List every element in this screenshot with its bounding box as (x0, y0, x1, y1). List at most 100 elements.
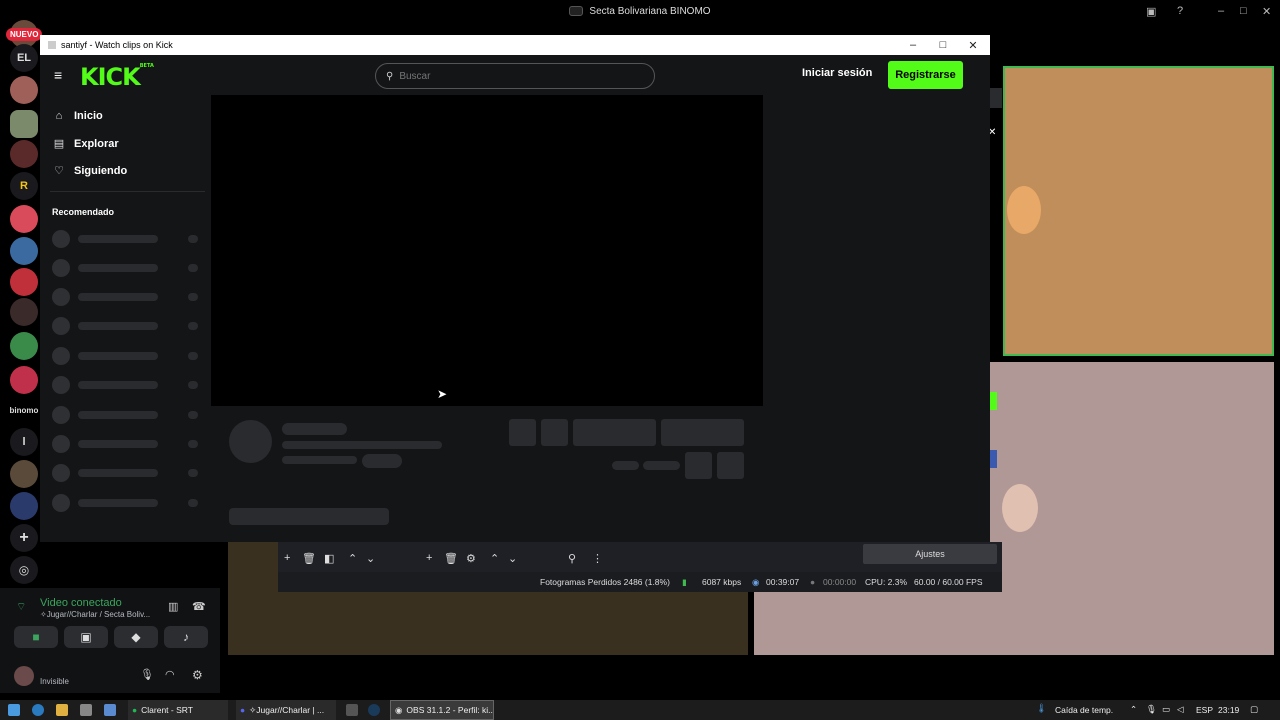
voice-status[interactable]: Video conectado (40, 597, 122, 609)
add-source-icon[interactable]: + (426, 552, 432, 564)
store-icon[interactable] (80, 704, 92, 716)
maximize-icon[interactable]: □ (928, 35, 958, 55)
nav-following[interactable]: ♡ Siguiendo (52, 164, 128, 178)
camera-button[interactable]: ■ (14, 626, 58, 648)
server-el[interactable]: EL (10, 44, 38, 72)
nav-label: Siguiendo (74, 164, 128, 177)
taskbar-obs[interactable]: ◉ OBS 31.1.2 - Perfil: ki... (390, 700, 494, 720)
app-icon[interactable] (346, 704, 358, 716)
divider (50, 191, 205, 192)
discover-icon[interactable]: ◎ (10, 556, 38, 584)
cursor-icon: ➤ (437, 387, 448, 401)
video-player[interactable]: ➤ (211, 95, 763, 406)
help-icon[interactable]: ? (1177, 0, 1183, 22)
activity-button[interactable]: ◆ (114, 626, 158, 648)
list-item-skeleton (52, 230, 202, 248)
search-box[interactable]: ⚲ (375, 63, 655, 89)
avatar[interactable] (14, 666, 34, 686)
tag-skeleton (362, 454, 402, 468)
move-up-icon[interactable]: ⌃ (490, 552, 499, 565)
server-binomo[interactable]: binomo (6, 396, 42, 424)
server-avatar[interactable] (10, 237, 38, 265)
spotify-icon: ● (132, 705, 138, 715)
server-avatar[interactable] (10, 492, 38, 520)
text-skeleton (612, 461, 639, 470)
obs-docks-toolbar: + 🗑 ◧ ⌃ ⌄ + 🗑 ⚙ ⌃ ⌄ ⚲ ⋮ Ajustes Fotogram… (278, 542, 1002, 592)
stream-icon: ◉ (752, 577, 760, 587)
steam-icon[interactable] (368, 704, 380, 716)
server-avatar[interactable] (10, 140, 38, 168)
minimize-icon[interactable]: – (1218, 0, 1224, 22)
notification-icon[interactable]: ▢ (1250, 704, 1258, 715)
maximize-icon[interactable]: □ (1240, 0, 1247, 22)
edge-icon[interactable] (32, 704, 44, 716)
add-scene-icon[interactable]: + (284, 552, 290, 564)
server-avatar[interactable] (10, 76, 38, 104)
mic-tray-icon[interactable]: 🎙 (1146, 704, 1157, 715)
dropped-frames: Fotogramas Perdidos 2486 (1.8%) (540, 577, 670, 587)
move-down-icon[interactable]: ⌄ (508, 552, 517, 565)
server-avatar[interactable] (10, 298, 38, 326)
taskbar-discord[interactable]: ● ✧Jugar//Charlar | ... (236, 700, 336, 720)
obs-icon: ◉ (395, 704, 403, 715)
mail-icon[interactable] (104, 704, 116, 716)
server-l[interactable]: l (10, 428, 38, 456)
nav-browse[interactable]: ▤ Explorar (52, 137, 119, 151)
server-r[interactable]: R (10, 172, 38, 200)
cpu-usage: CPU: 2.3% (865, 577, 908, 587)
server-avatar[interactable] (10, 110, 38, 138)
server-avatar[interactable] (10, 268, 38, 296)
nav-home[interactable]: ⌂ Inicio (52, 110, 103, 122)
source-settings-icon[interactable]: ⚙ (466, 552, 476, 565)
file-explorer-icon[interactable] (56, 704, 68, 716)
server-avatar[interactable] (10, 366, 38, 394)
clock[interactable]: 23:19 (1218, 705, 1239, 715)
network-icon[interactable]: ▭ (1162, 704, 1170, 715)
filter-icon[interactable]: ◧ (324, 552, 334, 565)
minimize-icon[interactable]: – (898, 35, 928, 55)
remove-source-icon[interactable]: 🗑 (444, 552, 458, 565)
mic-icon[interactable]: 🎙 (140, 668, 154, 681)
register-button[interactable]: Registrarse (888, 61, 963, 89)
record-time: 00:00:00 (823, 577, 857, 587)
tray-chevron-icon[interactable]: ⌃ (1130, 704, 1137, 715)
window-title-bar: santiyf - Watch clips on Kick – □ ✕ (40, 35, 990, 55)
kick-logo[interactable]: KICKBETA (80, 63, 154, 91)
mixer-settings-icon[interactable]: ⚲ (568, 552, 576, 565)
button-skeleton (573, 419, 656, 446)
volume-icon[interactable]: ◁ (1177, 704, 1184, 715)
add-server-icon[interactable]: + (10, 524, 38, 552)
text-skeleton (229, 508, 389, 525)
start-icon[interactable] (8, 704, 20, 716)
server-avatar[interactable] (10, 332, 38, 360)
button-skeleton (661, 419, 744, 446)
close-icon[interactable]: ✕ (1262, 0, 1271, 22)
close-icon[interactable]: ✕ (958, 35, 988, 55)
taskbar-spotify[interactable]: ● Clarent - SRT (128, 700, 228, 720)
more-icon[interactable]: ⋮ (592, 552, 603, 565)
remove-scene-icon[interactable]: 🗑 (302, 552, 316, 565)
move-up-icon[interactable]: ⌃ (348, 552, 357, 565)
character-image (1002, 484, 1038, 532)
menu-icon[interactable]: ≡ (54, 67, 62, 83)
headset-icon[interactable]: ◠ (165, 668, 175, 681)
settings-button[interactable]: Ajustes (863, 544, 997, 564)
server-logo-icon (569, 6, 584, 16)
settings-gear-icon[interactable]: ⚙ (192, 668, 203, 682)
search-input[interactable] (399, 70, 620, 82)
soundboard-button[interactable]: ♪ (164, 626, 208, 648)
login-button[interactable]: Iniciar sesión (802, 67, 872, 79)
recommended-heading: Recomendado (52, 207, 115, 217)
move-down-icon[interactable]: ⌄ (366, 552, 375, 565)
noise-suppression-icon[interactable]: ▥ (168, 600, 178, 613)
voice-channel[interactable]: ✧Jugar//Charlar / Secta Boliv... (40, 610, 150, 619)
screen-share-button[interactable]: ▣ (64, 626, 108, 648)
inbox-icon[interactable]: ▣ (1146, 0, 1156, 22)
weather-text[interactable]: Caída de temp. (1055, 705, 1113, 715)
language-indicator[interactable]: ESP (1196, 705, 1213, 715)
home-icon: ⌂ (55, 110, 63, 122)
server-avatar[interactable] (10, 460, 38, 488)
disconnect-icon[interactable]: ☎ (192, 600, 206, 613)
server-avatar[interactable] (10, 205, 38, 233)
logo-beta: BETA (139, 63, 154, 69)
